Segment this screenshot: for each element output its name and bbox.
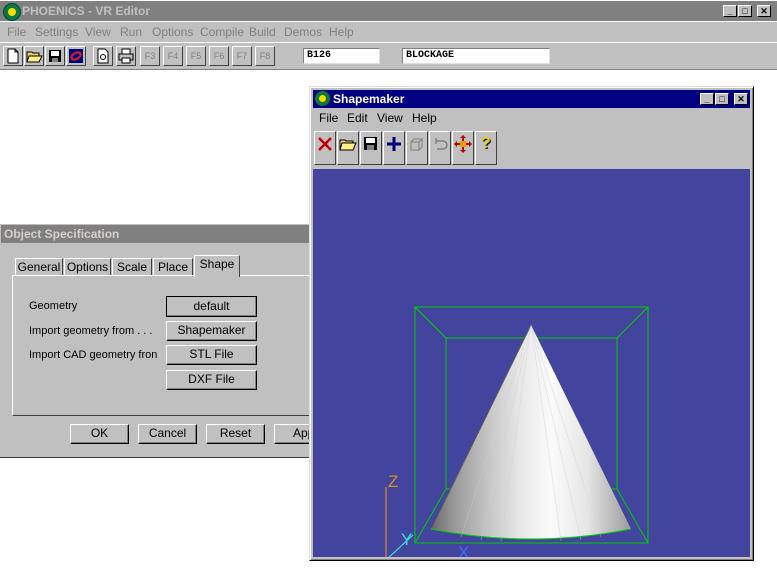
- stl-file-button[interactable]: STL File: [166, 345, 257, 365]
- tab-shape[interactable]: Shape: [194, 255, 240, 277]
- f6-button[interactable]: F6: [209, 46, 229, 66]
- shapemaker-window: Shapemaker _ □ ✕ File Edit View Help ? ?…: [309, 86, 754, 561]
- import-cad-label: Import CAD geometry fron: [29, 349, 158, 361]
- tab-scale[interactable]: Scale: [112, 258, 152, 276]
- main-title-bar: PHOENICS - VR Editor _ □ ✕: [0, 1, 777, 21]
- viewport-scene: Z Y X: [385, 306, 649, 557]
- menu-file[interactable]: File: [7, 25, 26, 39]
- main-menu-bar: File Settings View Run Options Compile B…: [0, 22, 777, 42]
- object-spec-title-bar: Object Specification: [1, 225, 311, 243]
- ok-button[interactable]: OK: [70, 424, 129, 444]
- object-name-field[interactable]: B126: [303, 48, 380, 64]
- undo-icon[interactable]: [429, 131, 451, 165]
- settings-file-icon[interactable]: [93, 46, 113, 66]
- menu-settings[interactable]: Settings: [35, 25, 78, 39]
- menu-run[interactable]: Run: [120, 25, 142, 39]
- save-icon[interactable]: [45, 46, 65, 66]
- import-geometry-label: Import geometry from . . .: [29, 325, 153, 337]
- f7-button[interactable]: F7: [232, 46, 252, 66]
- f3-button[interactable]: F3: [140, 46, 160, 66]
- sm-menu-view[interactable]: View: [377, 111, 403, 125]
- open-folder-icon[interactable]: [337, 131, 359, 165]
- shapemaker-close-button[interactable]: ✕: [734, 93, 748, 105]
- geometry-label: Geometry: [29, 300, 78, 312]
- help-icon[interactable]: ??: [475, 131, 497, 165]
- main-toolbar: F3 F4 F5 F6 F7 F8 B126 BLOCKAGE: [0, 43, 777, 70]
- object-type-field[interactable]: BLOCKAGE: [402, 48, 550, 64]
- shapemaker-viewport[interactable]: Z Y X: [313, 169, 750, 557]
- cone-shape: [430, 324, 632, 542]
- axis-z-label: Z: [388, 472, 398, 491]
- menu-build[interactable]: Build: [249, 25, 276, 39]
- shapemaker-button[interactable]: Shapemaker: [166, 321, 257, 341]
- tab-place[interactable]: Place: [153, 258, 193, 276]
- primitive-icon[interactable]: [406, 131, 428, 165]
- menu-demos[interactable]: Demos: [284, 25, 322, 39]
- shapemaker-toolbar: ??: [313, 129, 750, 167]
- dxf-file-button[interactable]: DXF File: [166, 370, 257, 390]
- delete-icon[interactable]: [314, 131, 336, 165]
- cancel-button[interactable]: Cancel: [138, 424, 197, 444]
- new-file-icon[interactable]: [3, 46, 23, 66]
- phoenics-logo-icon: [3, 3, 21, 21]
- menu-help[interactable]: Help: [329, 25, 354, 39]
- shapemaker-logo-icon: [315, 91, 330, 106]
- shapemaker-title-bar: Shapemaker _ □ ✕: [313, 90, 750, 108]
- open-folder-icon[interactable]: [24, 46, 44, 66]
- minimize-button[interactable]: _: [723, 5, 737, 17]
- save-icon[interactable]: [360, 131, 382, 165]
- axis-x-label: X: [458, 543, 469, 557]
- reset-button[interactable]: Reset: [206, 424, 265, 444]
- menu-options[interactable]: Options: [152, 25, 193, 39]
- shapemaker-title: Shapemaker: [333, 92, 405, 106]
- f8-button[interactable]: F8: [255, 46, 275, 66]
- menu-view[interactable]: View: [85, 25, 111, 39]
- menu-compile[interactable]: Compile: [200, 25, 244, 39]
- shapemaker-minimize-button[interactable]: _: [700, 93, 714, 105]
- close-button[interactable]: ✕: [757, 5, 771, 17]
- f4-button[interactable]: F4: [163, 46, 183, 66]
- shapemaker-menu-bar: File Edit View Help: [313, 109, 750, 127]
- f5-button[interactable]: F5: [186, 46, 206, 66]
- shape-tab-panel: [12, 275, 311, 416]
- main-window-title: PHOENICS - VR Editor: [22, 4, 151, 18]
- object-spec-dialog: Object Specification General Options Sca…: [0, 224, 333, 458]
- link-icon[interactable]: [66, 46, 86, 66]
- sm-menu-edit[interactable]: Edit: [347, 111, 368, 125]
- tab-options[interactable]: Options: [64, 258, 111, 276]
- move-icon[interactable]: [452, 131, 474, 165]
- tab-general[interactable]: General: [15, 258, 63, 276]
- svg-text:?: ?: [481, 135, 491, 152]
- object-spec-title: Object Specification: [4, 227, 120, 241]
- shapemaker-maximize-button[interactable]: □: [715, 93, 729, 105]
- print-icon[interactable]: [116, 46, 136, 66]
- default-geometry-button[interactable]: default: [166, 296, 257, 317]
- sm-menu-help[interactable]: Help: [412, 111, 437, 125]
- sm-menu-file[interactable]: File: [319, 111, 338, 125]
- maximize-button[interactable]: □: [738, 5, 752, 17]
- add-icon[interactable]: [383, 131, 405, 165]
- axis-y-label: Y: [401, 530, 412, 549]
